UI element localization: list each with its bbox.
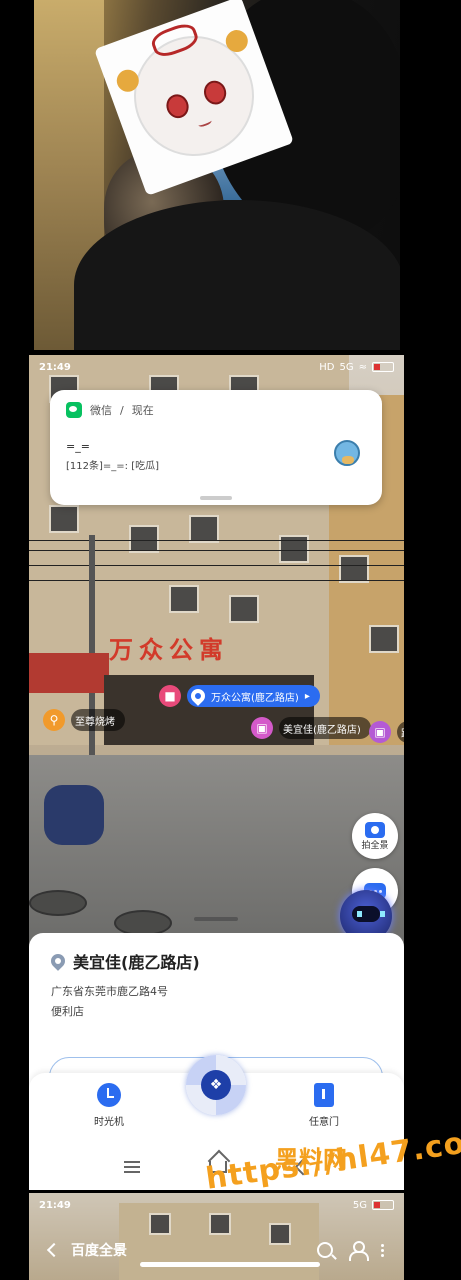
poi-meiyijia[interactable]: ▣ 美宜佳(鹿乙路店) <box>251 716 371 740</box>
window <box>369 625 399 653</box>
motorcycle <box>44 785 104 845</box>
window <box>189 515 219 543</box>
battery-icon <box>372 362 394 372</box>
poi-label: 美宜佳(鹿乙路店) <box>283 724 361 736</box>
notification-time: 现在 <box>131 404 154 417</box>
home-indicator[interactable] <box>140 1262 320 1267</box>
wechat-notification[interactable]: 微信 / 现在 =_= [112条]=_=: [吃瓜] <box>50 390 382 505</box>
capture-panorama-label: 拍全景 <box>361 840 389 851</box>
door-icon <box>314 1083 334 1107</box>
street-view-screen[interactable]: 万众公寓 21:49 HD 5G ≈ 微信 / 现在 =_= [112条]=_=… <box>29 355 404 1190</box>
poi-wanzhong-apartment[interactable]: ■ 万众公寓(鹿乙路店) ▸ <box>159 684 320 708</box>
page-title: 百度全景 <box>71 1243 127 1259</box>
selfie-photo <box>34 0 400 350</box>
wechat-icon <box>66 402 82 418</box>
hotel-icon: ■ <box>159 685 181 707</box>
network-indicator: 5G <box>352 1199 367 1211</box>
arrow-right-icon: ▸ <box>304 690 310 702</box>
place-name: 美宜佳(鹿乙路店) <box>73 953 200 972</box>
power-wire <box>29 540 404 541</box>
status-time: 21:49 <box>39 361 71 373</box>
power-wire <box>29 580 404 581</box>
notification-preview: [112条]=_=: [吃瓜] <box>66 461 159 472</box>
poi-label: 至尊烧烤 <box>75 716 115 728</box>
battery-icon <box>372 1200 394 1210</box>
center-compass-button[interactable]: ❖ <box>186 1055 246 1115</box>
back-arrow-icon[interactable] <box>46 1242 62 1258</box>
search-icon[interactable] <box>317 1242 333 1258</box>
power-wire <box>29 565 404 566</box>
shop-awning <box>29 653 109 693</box>
place-address: 广东省东莞市鹿乙路4号 <box>51 985 168 998</box>
menu-icon[interactable] <box>123 1160 140 1173</box>
tab-label: 任意门 <box>309 1117 339 1128</box>
poi-label: 万众公寓(鹿乙路店) <box>211 692 299 704</box>
squirtle-avatar-icon <box>334 440 360 466</box>
shopping-bag-icon: ▣ <box>369 721 391 743</box>
notification-separator: / <box>120 403 124 417</box>
status-bar: 21:49 HD 5G ≈ <box>29 355 404 379</box>
clock-icon <box>97 1083 121 1107</box>
status-bar: 21:49 5G <box>29 1193 404 1217</box>
bottom-tab-bar: 时光机 ❖ 任意门 <box>29 1055 404 1143</box>
notification-app-name: 微信 <box>90 404 112 417</box>
user-icon[interactable] <box>349 1241 369 1261</box>
window <box>129 525 159 553</box>
poi-zhizun-bbq[interactable]: ⚲ 至尊烧烤 <box>43 708 125 732</box>
tab-time-machine[interactable]: 时光机 <box>74 1083 144 1128</box>
place-category: 便利店 <box>51 1005 84 1018</box>
restaurant-icon: ⚲ <box>43 709 65 731</box>
network-indicator: 5G <box>339 361 354 373</box>
wifi-icon: ≈ <box>358 361 367 373</box>
camera-icon <box>365 821 385 838</box>
status-time: 21:49 <box>39 1199 71 1211</box>
window <box>49 505 79 533</box>
top-bar: 百度全景 <box>29 1235 404 1265</box>
window <box>169 585 199 613</box>
store-sign: 万众公寓 <box>109 636 229 664</box>
power-wire <box>29 550 404 551</box>
sheet-drag-handle[interactable] <box>194 917 238 921</box>
shopping-bag-icon: ▣ <box>251 717 273 739</box>
tab-any-door[interactable]: 任意门 <box>289 1083 359 1128</box>
capture-panorama-button[interactable]: 拍全景 <box>352 813 398 859</box>
more-options-icon[interactable] <box>381 1243 384 1257</box>
location-pin-icon <box>48 951 68 971</box>
notification-handle[interactable] <box>200 496 232 500</box>
poi-label: 路 <box>401 725 404 740</box>
compass-icon: ❖ <box>201 1070 231 1100</box>
tab-label: 时光机 <box>94 1117 124 1128</box>
poi-road[interactable]: ▣ 路 <box>369 720 404 744</box>
location-pin-icon <box>188 686 208 706</box>
window <box>339 555 369 583</box>
manhole-cover <box>29 890 87 916</box>
hd-indicator: HD <box>319 361 335 373</box>
window <box>229 595 259 623</box>
notification-sender: =_= <box>66 440 90 453</box>
